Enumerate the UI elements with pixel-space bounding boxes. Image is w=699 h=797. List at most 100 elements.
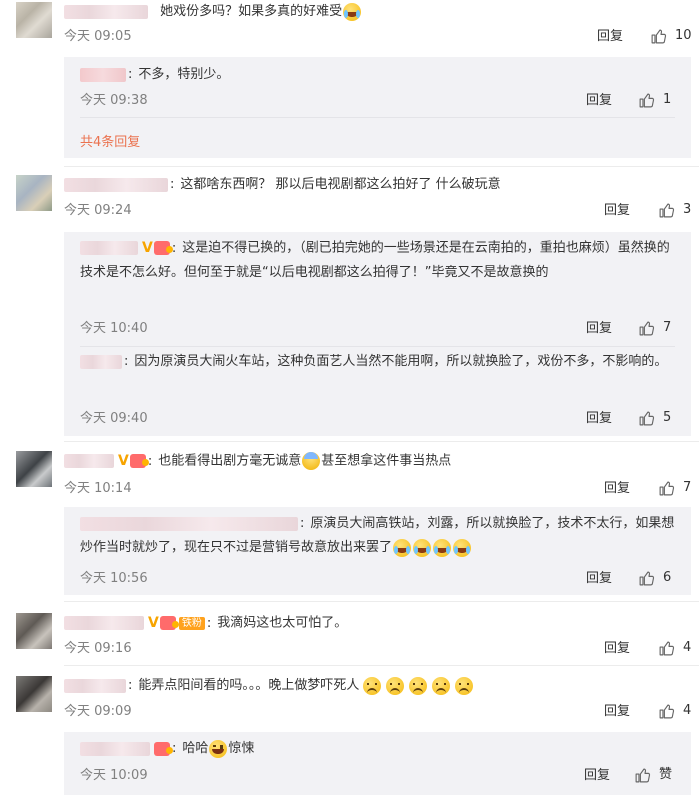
scared-emoji-icon [409, 676, 428, 695]
thumbs-up-icon [651, 29, 667, 43]
like-button[interactable]: 赞 [634, 766, 672, 784]
reply-time: 今天 10:56 [80, 571, 148, 586]
medal-icon [154, 741, 173, 756]
thumbs-up-icon [635, 768, 651, 782]
reply-box: : 不多，特别少。 今天 09:38 回复 1 共4条回复 [64, 57, 691, 158]
scared-emoji-icon [386, 676, 405, 695]
like-button[interactable]: 4 [658, 639, 691, 657]
thumbs-up-icon [639, 93, 655, 107]
like-count: 3 [683, 202, 692, 217]
avatar[interactable] [16, 613, 52, 649]
thumbs-up-icon [659, 203, 675, 217]
comment-time: 今天 09:09 [64, 704, 132, 719]
reply-item: : 原演员大闹高铁站，刘露，所以就换脸了，技术不太行，如果想炒作当时就炒了，现在只… [64, 507, 691, 595]
username-blurred[interactable] [64, 678, 126, 693]
thumbs-up-icon [659, 481, 675, 495]
medal-icon [159, 616, 179, 630]
reply-text: 不多，特别少。 [138, 67, 230, 82]
comment-line: 她戏份多吗？如果多真的好难受 [64, 2, 362, 22]
avatar[interactable] [16, 451, 52, 487]
comment-time: 今天 09:16 [64, 641, 132, 656]
avatar[interactable] [16, 2, 52, 38]
reply-time: 今天 09:38 [80, 93, 148, 108]
like-button[interactable]: 5 [638, 409, 671, 427]
reply-button[interactable]: 回复 [604, 703, 630, 721]
comment-text: 这都啥东西啊？ 那以后电视剧都这么拍好了 什么破玩意 [180, 177, 501, 192]
thumbs-up-icon [639, 571, 655, 585]
comment-line: : 这都啥东西啊？ 那以后电视剧都这么拍好了 什么破玩意 [64, 175, 501, 195]
username-blurred[interactable] [64, 616, 144, 630]
reply-line: : 不多，特别少。 [80, 63, 675, 87]
reply-box: V: 这是迫不得已换的，（剧已拍完她的一些场景还是在云南拍的，重拍也麻烦）虽然换的… [64, 232, 691, 436]
like-button[interactable]: 7 [638, 319, 671, 337]
reply-box: : 哈哈 惊悚 今天 10:09 回复 赞 [64, 732, 691, 795]
reply-item: V: 这是迫不得已换的，（剧已拍完她的一些场景还是在云南拍的，重拍也麻烦）虽然换的… [64, 232, 691, 347]
reply-line: : 因为原演员大闹火车站，这种负面艺人当然不能用啊，所以就换脸了，戏份不多，不影响… [80, 350, 675, 374]
username-blurred[interactable] [80, 741, 150, 756]
reply-button[interactable]: 回复 [597, 28, 623, 46]
reply-time: 今天 10:40 [80, 321, 148, 336]
like-button[interactable]: 10 [650, 27, 692, 45]
v-verified-icon: V [118, 453, 129, 469]
username-blurred[interactable] [80, 516, 298, 531]
reply-text: 惊悚 [228, 741, 255, 756]
thumbs-up-icon [639, 321, 655, 335]
divider [64, 166, 699, 167]
laugh-cry-emoji-icon [343, 2, 362, 21]
comment-text: 我滴妈这也太可怕了。 [217, 615, 348, 631]
like-button[interactable]: 3 [658, 201, 691, 219]
like-count: 4 [683, 703, 692, 718]
comment-text: 也能看得出剧方毫无诚意 [158, 453, 302, 469]
divider [64, 601, 699, 602]
reply-line: : 哈哈 惊悚 [80, 737, 675, 761]
laugh-cry-emoji-icon [433, 538, 452, 557]
like-count: 7 [663, 320, 672, 335]
reply-button[interactable]: 回复 [584, 767, 610, 785]
medal-icon [129, 454, 149, 468]
like-button[interactable]: 6 [638, 569, 671, 587]
comment-item: V 铁粉: 我滴妈这也太可怕了。 今天 09:16 回复 4 [16, 613, 699, 656]
reply-text: 哈哈 [182, 741, 209, 756]
reply-item: : 因为原演员大闹火车站，这种负面艺人当然不能用啊，所以就换脸了，戏份不多，不影响… [64, 344, 691, 434]
username-blurred[interactable] [80, 67, 126, 82]
more-replies-link[interactable]: 共4条回复 [80, 131, 140, 150]
laugh-cry-emoji-icon [413, 538, 432, 557]
thumbs-up-icon [659, 704, 675, 718]
reply-button[interactable]: 回复 [586, 410, 612, 428]
like-count: 5 [663, 410, 672, 425]
grin-emoji-icon [209, 739, 228, 758]
thumbs-up-icon [659, 641, 675, 655]
v-verified-icon: V [142, 240, 153, 256]
reply-text: 因为原演员大闹火车站，这种负面艺人当然不能用啊，所以就换脸了，戏份不多，不影响的… [134, 354, 668, 369]
like-button[interactable]: 1 [638, 91, 671, 109]
medal-icon [153, 241, 173, 255]
username-blurred[interactable] [64, 454, 114, 468]
avatar[interactable] [16, 676, 52, 712]
like-button[interactable]: 4 [658, 702, 691, 720]
comment-text: 她戏份多吗？如果多真的好难受 [160, 4, 343, 19]
scared-emoji-icon [363, 676, 382, 695]
divider [64, 665, 699, 666]
comment-item: V: 也能看得出剧方毫无诚意 甚至想拿这件事当热点 今天 10:14 回复 7 [16, 451, 699, 496]
username-blurred[interactable] [80, 354, 122, 369]
reply-button[interactable]: 回复 [586, 320, 612, 338]
fan-badge: 铁粉 [178, 616, 205, 630]
reply-item: : 不多，特别少。 今天 09:38 回复 1 [64, 57, 691, 118]
reply-time: 今天 10:09 [80, 768, 148, 783]
username-blurred[interactable] [80, 241, 138, 255]
avatar[interactable] [16, 175, 52, 211]
scared-emoji-icon [455, 676, 474, 695]
reply-button[interactable]: 回复 [586, 92, 612, 110]
thumbs-up-icon [639, 411, 655, 425]
reply-button[interactable]: 回复 [604, 480, 630, 498]
reply-button[interactable]: 回复 [604, 640, 630, 658]
reply-time: 今天 09:40 [80, 411, 148, 426]
comment-item: : 这都啥东西啊？ 那以后电视剧都这么拍好了 什么破玩意 今天 09:24 回复 … [16, 175, 699, 218]
reply-button[interactable]: 回复 [586, 570, 612, 588]
username-blurred[interactable] [64, 4, 148, 19]
username-blurred[interactable] [64, 177, 168, 192]
reply-button[interactable]: 回复 [604, 202, 630, 220]
like-button[interactable]: 7 [658, 479, 691, 497]
like-count: 1 [663, 92, 672, 107]
comment-time: 今天 10:14 [64, 481, 132, 496]
